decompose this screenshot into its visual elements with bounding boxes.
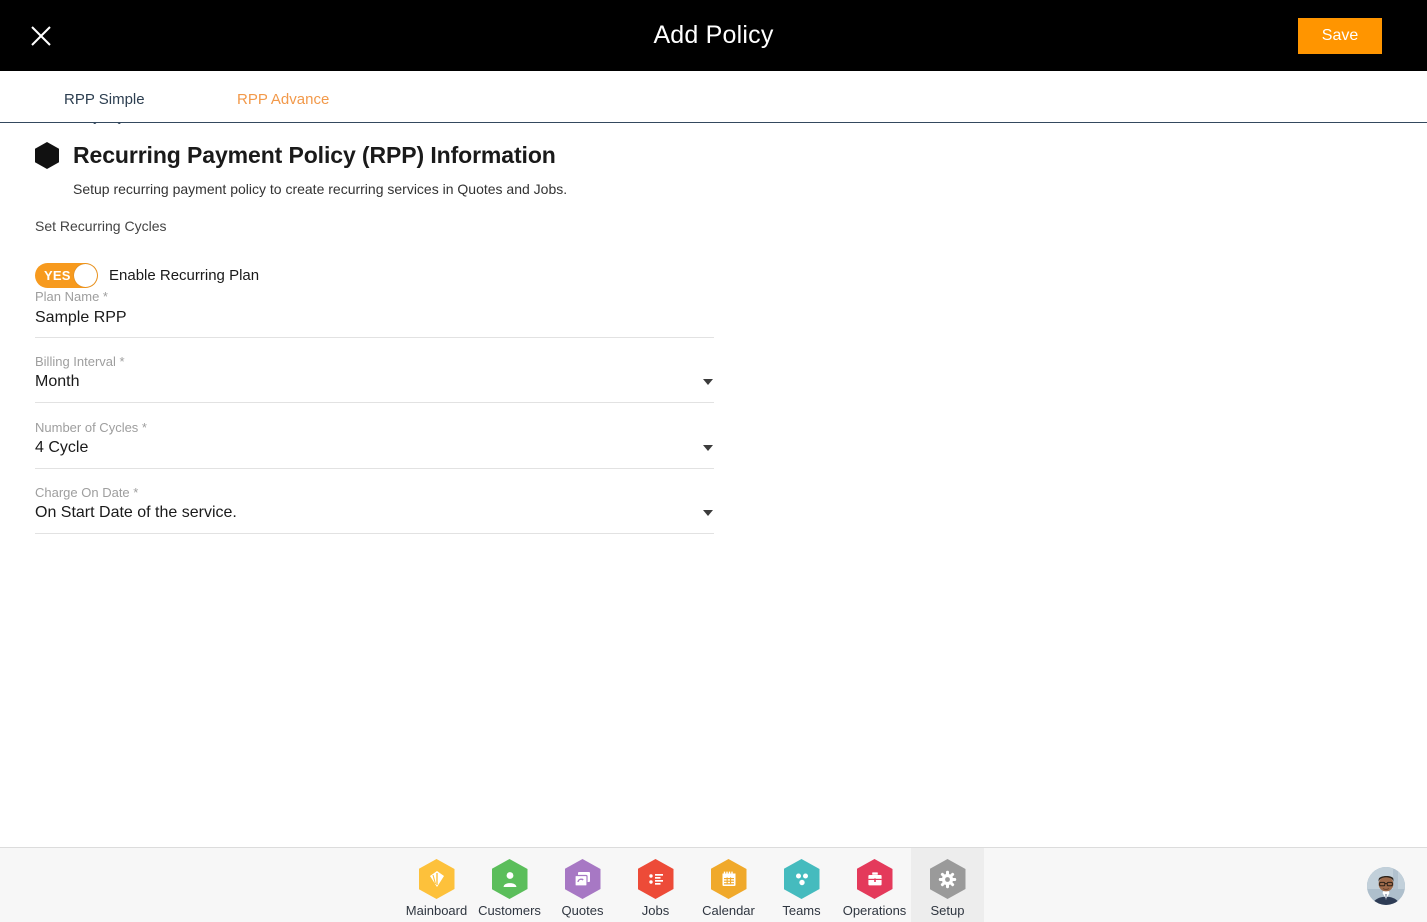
tab-rpp-advance[interactable]: RPP Advance bbox=[237, 71, 329, 124]
nav-item-customers[interactable]: Customers bbox=[473, 848, 546, 922]
field-label-plan-name: Plan Name * bbox=[35, 289, 108, 304]
field-plan-name: Plan Name * bbox=[35, 289, 714, 338]
field-label-number-of-cycles: Number of Cycles * bbox=[35, 420, 147, 435]
field-charge-on-date: Charge On Date * On Start Date of the se… bbox=[35, 485, 714, 534]
charge-on-date-select[interactable]: On Start Date of the service. bbox=[35, 501, 714, 527]
hexagon-icon bbox=[35, 142, 59, 169]
nav-item-jobs[interactable]: Jobs bbox=[619, 848, 692, 922]
field-number-of-cycles: Number of Cycles * 4 Cycle bbox=[35, 420, 714, 469]
nav-label-calendar: Calendar bbox=[702, 903, 755, 918]
nav-label-mainboard: Mainboard bbox=[405, 903, 468, 918]
enable-recurring-plan-row: YES Enable Recurring Plan bbox=[35, 263, 259, 288]
tab-underline bbox=[0, 122, 1427, 123]
save-button[interactable]: Save bbox=[1298, 18, 1382, 54]
toggle-knob bbox=[74, 264, 97, 287]
nav-label-customers: Customers bbox=[478, 903, 541, 918]
chevron-down-icon[interactable] bbox=[703, 379, 713, 385]
field-underline bbox=[35, 337, 714, 338]
section-header: Recurring Payment Policy (RPP) Informati… bbox=[35, 142, 556, 169]
field-underline bbox=[35, 533, 714, 534]
top-bar: Add Policy Save bbox=[0, 0, 1427, 71]
nav-label-operations: Operations bbox=[842, 903, 907, 918]
calendar-icon bbox=[710, 859, 747, 899]
section-title: Recurring Payment Policy (RPP) Informati… bbox=[73, 142, 556, 168]
billing-interval-select[interactable]: Month bbox=[35, 370, 714, 396]
list-icon bbox=[637, 859, 674, 899]
enable-recurring-plan-toggle[interactable]: YES bbox=[35, 263, 98, 288]
nav-item-setup[interactable]: Setup bbox=[911, 848, 984, 922]
field-underline bbox=[35, 468, 714, 469]
nav-label-quotes: Quotes bbox=[561, 903, 604, 918]
user-avatar[interactable] bbox=[1367, 867, 1405, 905]
toggle-state-text: YES bbox=[44, 268, 71, 283]
field-label-charge-on-date: Charge On Date * bbox=[35, 485, 139, 500]
nav-item-operations[interactable]: Operations bbox=[838, 848, 911, 922]
gear-icon bbox=[929, 859, 966, 899]
chevron-down-icon[interactable] bbox=[703, 510, 713, 516]
nav-item-teams[interactable]: Teams bbox=[765, 848, 838, 922]
bottom-nav-items: Mainboard Customers Quotes Jobs Calendar… bbox=[400, 848, 984, 922]
nav-item-quotes[interactable]: Quotes bbox=[546, 848, 619, 922]
field-billing-interval: Billing Interval * Month bbox=[35, 354, 714, 403]
briefcase-icon bbox=[856, 859, 893, 899]
nav-item-mainboard[interactable]: Mainboard bbox=[400, 848, 473, 922]
main-content: Recurring Payment Policy (RPP) Informati… bbox=[0, 124, 1427, 847]
nav-label-jobs: Jobs bbox=[641, 903, 670, 918]
enable-recurring-plan-label: Enable Recurring Plan bbox=[109, 267, 260, 284]
team-icon bbox=[783, 859, 820, 899]
number-of-cycles-select[interactable]: 4 Cycle bbox=[35, 436, 714, 462]
nav-item-calendar[interactable]: Calendar bbox=[692, 848, 765, 922]
field-label-billing-interval: Billing Interval * bbox=[35, 354, 125, 369]
group-label-set-recurring-cycles: Set Recurring Cycles bbox=[35, 218, 167, 234]
tab-rpp-simple[interactable]: RPP Simple bbox=[64, 71, 145, 124]
documents-icon bbox=[564, 859, 601, 899]
field-underline bbox=[35, 402, 714, 403]
section-subtitle: Setup recurring payment policy to create… bbox=[73, 181, 568, 197]
tab-bar: RPP Simple RPP Advance bbox=[0, 71, 1427, 124]
nav-label-teams: Teams bbox=[782, 903, 821, 918]
person-icon bbox=[491, 859, 528, 899]
fan-icon bbox=[418, 859, 455, 899]
plan-name-input[interactable] bbox=[35, 305, 714, 331]
nav-label-setup: Setup bbox=[930, 903, 965, 918]
page-title: Add Policy bbox=[653, 21, 774, 49]
bottom-nav-bar: Mainboard Customers Quotes Jobs Calendar… bbox=[0, 847, 1427, 922]
chevron-down-icon[interactable] bbox=[703, 445, 713, 451]
